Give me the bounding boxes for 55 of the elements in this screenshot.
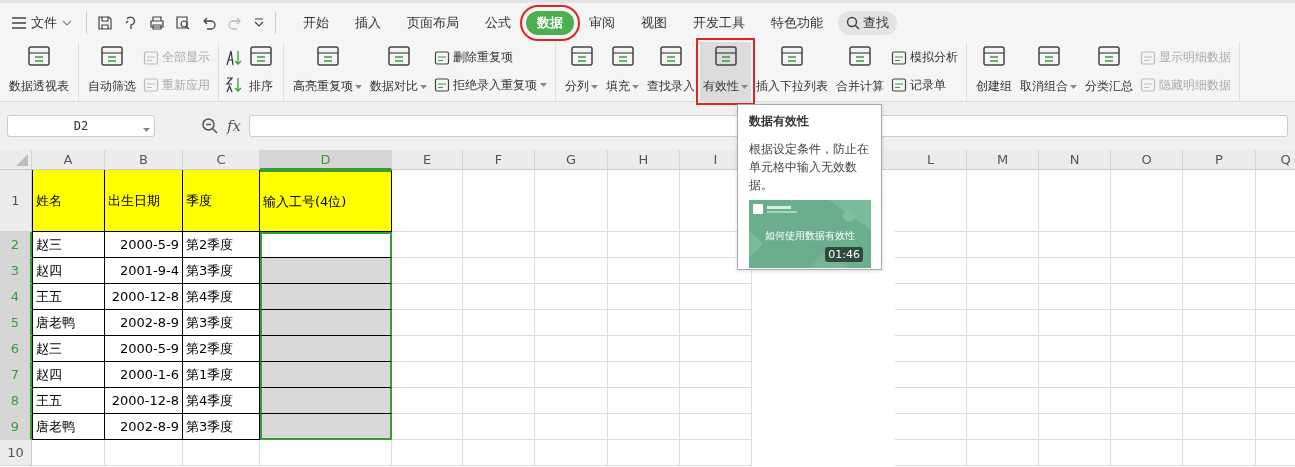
table-cell: 王五 <box>32 284 105 310</box>
ribbon-tab[interactable]: 特色功能 <box>760 10 834 35</box>
function-label[interactable]: fx <box>227 117 241 135</box>
table-cell: 2000-5-9 <box>105 336 183 362</box>
ribbon-button[interactable]: 模拟分析 <box>889 48 960 68</box>
table-cell: 唐老鸭 <box>32 310 105 336</box>
table-cell: 2000-5-9 <box>105 232 183 258</box>
ribbon-tab[interactable]: 插入 <box>344 10 392 35</box>
ribbon-button[interactable]: 高亮重复项 <box>290 42 365 101</box>
table-cell: 2000-1-6 <box>105 362 183 388</box>
video-duration: 01:46 <box>825 247 863 262</box>
table-cell: 姓名 <box>32 170 105 232</box>
table-cell: 2000-12-8 <box>105 388 183 414</box>
ribbon-button[interactable]: 合并计算 <box>833 42 887 101</box>
ribbon-button[interactable]: 拒绝录入重复项 <box>432 75 549 95</box>
ribbon-button[interactable]: 填充 <box>603 42 642 101</box>
file-menu[interactable]: 文件 <box>8 11 76 34</box>
row-header[interactable]: 10 <box>0 440 32 466</box>
table-cell: 出生日期 <box>105 170 183 232</box>
tooltip-text: 根据设定条件，防止在单元格中输入无效数据。 <box>749 141 870 194</box>
table-cell: 赵三 <box>32 232 105 258</box>
ribbon-button[interactable]: 查找录入 <box>644 42 698 101</box>
row-header[interactable]: 1 <box>0 170 32 232</box>
ribbon-button[interactable]: 分类汇总 <box>1082 42 1136 101</box>
ribbon-tab[interactable]: 视图 <box>630 10 678 35</box>
ribbon-button[interactable]: 取消组合 <box>1017 42 1080 101</box>
table-cell: 赵四 <box>32 362 105 388</box>
ribbon-button[interactable]: 删除重复项 <box>432 48 549 68</box>
table-cell: 输入工号(4位) <box>260 170 392 232</box>
table-cell: 季度 <box>183 170 260 232</box>
ribbon-tab[interactable]: 页面布局 <box>396 10 470 35</box>
table-cell: 赵三 <box>32 336 105 362</box>
ribbon-tab[interactable]: 开始 <box>292 10 340 35</box>
video-caption: 如何使用数据有效性 <box>764 229 856 243</box>
search-button[interactable]: 查找 <box>838 10 897 35</box>
table-cell: 2001-9-4 <box>105 258 183 284</box>
table-cell: 2002-8-9 <box>105 310 183 336</box>
ribbon-button[interactable]: 数据透视表 <box>6 42 72 101</box>
table-cell: 2000-12-8 <box>105 284 183 310</box>
table-cell: 唐老鸭 <box>32 414 105 440</box>
table-cell: 赵四 <box>32 258 105 284</box>
tooltip-title: 数据有效性 <box>749 113 810 130</box>
ribbon-button[interactable]: 分列 <box>562 42 601 101</box>
ribbon-tab[interactable]: 公式 <box>474 10 522 35</box>
ribbon-button[interactable]: 自动筛选 <box>85 42 139 101</box>
ribbon-button[interactable]: 数据对比 <box>367 42 430 101</box>
ribbon-tab[interactable]: 开发工具 <box>682 10 756 35</box>
ribbon-button[interactable]: 插入下拉列表 <box>753 42 831 101</box>
table-cell: 王五 <box>32 388 105 414</box>
ribbon-button[interactable]: 创建组 <box>973 42 1015 101</box>
name-box[interactable]: D2 <box>7 115 155 137</box>
ribbon-tab[interactable]: 审阅 <box>578 10 626 35</box>
ribbon-button[interactable]: 排序 <box>245 42 277 101</box>
table-cell: 2002-8-9 <box>105 414 183 440</box>
ribbon-button[interactable]: 记录单 <box>889 75 960 95</box>
